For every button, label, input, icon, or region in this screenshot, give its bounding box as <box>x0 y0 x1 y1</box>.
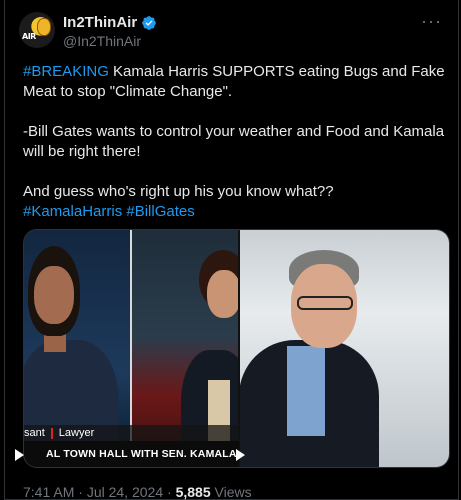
gates-shirt <box>287 346 325 436</box>
author-display-name[interactable]: In2ThinAir <box>63 14 137 31</box>
tweet-meta: 7:41 AM · Jul 24, 2024 · 5,885 Views <box>23 484 252 500</box>
lower-third-caption: sant Lawyer <box>24 425 239 441</box>
views-count: 5,885 <box>175 484 211 500</box>
tweet-paragraph-1: #BREAKING Kamala Harris SUPPORTS eating … <box>23 62 448 102</box>
tweet-line-2: -Bill Gates wants to control your weathe… <box>23 123 445 160</box>
lower-third-separator <box>50 427 53 439</box>
author-handle[interactable]: @In2ThinAir <box>63 33 157 49</box>
hashtag-billgates[interactable]: #BillGates <box>126 203 194 220</box>
meta-separator: · <box>163 484 176 500</box>
views-label: Views <box>210 484 252 500</box>
video-panel-gates[interactable] <box>239 230 449 467</box>
tweet-card[interactable]: AIR In2ThinAir @In2ThinAir ··· #BREAKING… <box>4 0 459 500</box>
tweet-line-3: And guess who's right up his you know wh… <box>23 183 334 200</box>
more-horizontal-icon[interactable]: ··· <box>421 12 442 30</box>
author-name-block: In2ThinAir @In2ThinAir <box>63 14 157 49</box>
lower-third-banner: AL TOWN HALL WITH SEN. KAMALA HARR <box>24 441 239 467</box>
tweet-text: #BREAKING Kamala Harris SUPPORTS eating … <box>23 62 448 222</box>
lower-third-role: Lawyer <box>58 427 95 439</box>
tweet-hashtags: #KamalaHarris #BillGates <box>23 202 448 222</box>
play-icon[interactable] <box>236 449 245 461</box>
tweet-media[interactable]: sant Lawyer AL TOWN HALL WITH SEN. KAMAL… <box>23 229 450 468</box>
hashtag-breaking[interactable]: #BREAKING <box>23 63 109 80</box>
hashtag-kamalaharris[interactable]: #KamalaHarris <box>23 203 122 220</box>
tweet-header: AIR In2ThinAir @In2ThinAir ··· <box>19 12 444 52</box>
avatar-face <box>37 18 51 36</box>
play-icon[interactable] <box>15 449 24 461</box>
news-lower-third: sant Lawyer AL TOWN HALL WITH SEN. KAMAL… <box>24 425 239 467</box>
avatar-text: AIR <box>22 32 36 41</box>
lower-third-name: sant <box>24 427 45 439</box>
verified-badge-icon <box>142 15 157 30</box>
author-avatar[interactable]: AIR <box>19 12 55 48</box>
host-face <box>207 270 239 318</box>
tweet-time[interactable]: 7:41 AM <box>23 484 74 500</box>
gates-glasses <box>297 296 353 310</box>
meta-separator: · <box>74 484 87 500</box>
tweet-date[interactable]: Jul 24, 2024 <box>87 484 163 500</box>
harris-face <box>34 266 74 324</box>
